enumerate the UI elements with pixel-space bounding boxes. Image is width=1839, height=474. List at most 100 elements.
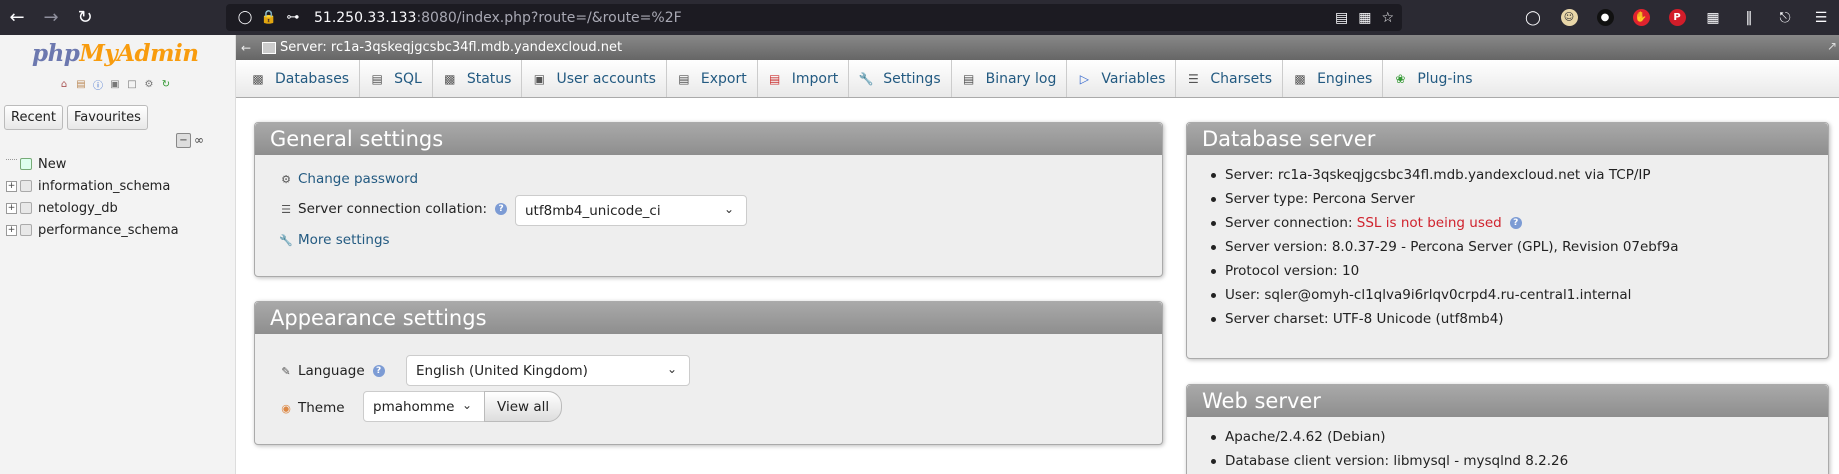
tab-export[interactable]: ▤ Export bbox=[667, 60, 758, 97]
ssl-status: SSL is not being used bbox=[1356, 215, 1502, 231]
client-version-item: Database client version: libmysql - mysq… bbox=[1203, 449, 1568, 473]
tab-plugins[interactable]: ❀ Plug-ins bbox=[1383, 60, 1482, 97]
pocket-icon[interactable]: ◯ bbox=[1515, 0, 1551, 35]
settings-gear-icon[interactable]: ⚙ bbox=[142, 77, 156, 91]
home-icon[interactable]: ⌂ bbox=[57, 77, 71, 91]
copy-icon[interactable]: □ bbox=[125, 77, 139, 91]
reload-icon[interactable]: ↻ bbox=[68, 0, 102, 35]
resize-icon[interactable]: ↗ bbox=[1827, 39, 1837, 53]
tab-charsets[interactable]: ☰ Charsets bbox=[1176, 60, 1284, 97]
tab-variables[interactable]: ▷ Variables bbox=[1067, 60, 1177, 97]
users-icon: ▣ bbox=[533, 71, 546, 86]
general-settings-panel: General settings ⚙ Change password ☰ Ser… bbox=[254, 122, 1163, 277]
user-item: User: sqler@omyh-cl1qlva9i6rlqv0crpd4.ru… bbox=[1203, 283, 1679, 307]
collation-icon: ☰ bbox=[281, 202, 291, 216]
collapse-all-icon[interactable]: − bbox=[176, 133, 191, 148]
theme-label: Theme bbox=[298, 400, 345, 416]
server-connection-item: Server connection: SSL is not being used… bbox=[1203, 211, 1679, 235]
collapse-panel-icon[interactable]: ← bbox=[236, 41, 256, 55]
back-icon[interactable]: ← bbox=[0, 0, 34, 35]
tree-item-new[interactable]: New bbox=[6, 153, 179, 175]
protocol-version-item: Protocol version: 10 bbox=[1203, 259, 1679, 283]
tree-item-label[interactable]: New bbox=[38, 157, 66, 172]
key-icon[interactable]: ⊶ bbox=[282, 9, 304, 27]
plugin-icon: ❀ bbox=[1395, 71, 1406, 86]
collation-select[interactable]: utf8mb4_unicode_ci ⌄ bbox=[515, 195, 747, 226]
help-icon[interactable]: ? bbox=[372, 365, 385, 377]
docs-icon[interactable]: ▣ bbox=[108, 77, 122, 91]
database-server-info: Server: rc1a-3qskeqjgcsbc34fl.mdb.yandex… bbox=[1203, 163, 1679, 331]
pinterest-icon[interactable]: P bbox=[1659, 0, 1695, 35]
reader-view-icon[interactable]: ▤ bbox=[1335, 10, 1348, 26]
more-settings-link[interactable]: More settings bbox=[298, 232, 390, 248]
extension-dark-icon[interactable]: ● bbox=[1587, 0, 1623, 35]
database-icon bbox=[20, 202, 32, 214]
breadcrumb: ← Server: rc1a-3qskeqjgcsbc34fl.mdb.yand… bbox=[236, 35, 1839, 60]
tab-import[interactable]: ▤ Import bbox=[758, 60, 850, 97]
status-icon: ▩ bbox=[444, 71, 456, 86]
tab-status[interactable]: ▩ Status bbox=[433, 60, 523, 97]
change-password-row: ⚙ Change password bbox=[279, 171, 418, 187]
web-server-info: Apache/2.4.62 (Debian) Database client v… bbox=[1203, 425, 1568, 473]
binary-log-icon: ▤ bbox=[962, 71, 975, 86]
wrench-icon: 🔧 bbox=[858, 71, 874, 86]
extension-red-icon[interactable]: ✋ bbox=[1623, 0, 1659, 35]
variables-icon: ▷ bbox=[1079, 71, 1089, 86]
url-path: :8080/index.php?route=/&route=%2F bbox=[416, 9, 682, 26]
forward-icon[interactable]: → bbox=[34, 0, 68, 35]
wrench-icon: 🔧 bbox=[279, 233, 293, 247]
help-icon[interactable]: ⓘ bbox=[91, 77, 105, 92]
menu-icon[interactable]: ☰ bbox=[1803, 0, 1839, 35]
server-version-item: Server version: 8.0.37-29 - Percona Serv… bbox=[1203, 235, 1679, 259]
lock-icon[interactable]: 🔒 bbox=[258, 9, 280, 27]
change-password-link[interactable]: Change password bbox=[298, 171, 418, 187]
link-icon[interactable]: ∞ bbox=[194, 133, 204, 148]
main-menu: ▩ Databases ▤ SQL ▩ Status ▣ User accounts ▤… bbox=[236, 60, 1839, 98]
tree-item-label[interactable]: performance_schema bbox=[38, 223, 179, 238]
favourites-tab[interactable]: Favourites bbox=[66, 105, 148, 130]
apps-icon[interactable]: ▦ bbox=[1695, 0, 1731, 35]
logout-icon[interactable]: ▤ bbox=[74, 77, 88, 91]
tree-item-label[interactable]: information_schema bbox=[38, 179, 170, 194]
expand-icon[interactable]: + bbox=[6, 202, 17, 214]
collation-label: Server connection collation: bbox=[298, 201, 488, 217]
tab-user-accounts[interactable]: ▣ User accounts bbox=[522, 60, 667, 97]
chevron-down-icon: ⌄ bbox=[666, 362, 677, 376]
shield-icon[interactable]: ◯ bbox=[234, 9, 256, 27]
refresh-icon[interactable]: ↻ bbox=[159, 77, 173, 91]
expand-icon[interactable]: + bbox=[6, 180, 17, 192]
phpmyadmin-logo[interactable]: phpMyAdmin bbox=[32, 40, 199, 67]
language-icon: ✎ bbox=[281, 364, 291, 378]
server-label[interactable]: Server: rc1a-3qskeqjgcsbc34fl.mdb.yandex… bbox=[280, 40, 622, 55]
view-all-themes-button[interactable]: View all bbox=[484, 391, 563, 422]
help-icon[interactable]: ? bbox=[495, 203, 508, 215]
server-type-item: Server type: Percona Server bbox=[1203, 187, 1679, 211]
recent-tab[interactable]: Recent bbox=[4, 105, 63, 130]
key-icon: ⚙ bbox=[281, 172, 291, 186]
library-icon[interactable]: ‖ bbox=[1731, 0, 1767, 35]
grid-icon[interactable]: ▦ bbox=[1358, 10, 1371, 26]
expand-icon[interactable]: + bbox=[6, 224, 17, 236]
tab-engines[interactable]: ▩ Engines bbox=[1283, 60, 1384, 97]
export-icon: ▤ bbox=[678, 71, 690, 86]
tree-item-information-schema[interactable]: + information_schema bbox=[6, 175, 179, 197]
tree-item-performance-schema[interactable]: + performance_schema bbox=[6, 219, 179, 241]
bookmark-star-icon[interactable]: ☆ bbox=[1381, 10, 1394, 26]
tab-databases[interactable]: ▩ Databases bbox=[241, 60, 361, 97]
browser-toolbar: ← → ↻ ◯ 🔒 ⊶ 51.250.33.133:8080/index.php… bbox=[0, 0, 1839, 35]
url-host: 51.250.33.133 bbox=[314, 9, 417, 26]
server-charset-item: Server charset: UTF-8 Unicode (utf8mb4) bbox=[1203, 307, 1679, 331]
server-host-item: Server: rc1a-3qskeqjgcsbc34fl.mdb.yandex… bbox=[1203, 163, 1679, 187]
tab-settings[interactable]: 🔧 Settings bbox=[849, 60, 952, 97]
tab-binary-log[interactable]: ▤ Binary log bbox=[952, 60, 1068, 97]
language-select[interactable]: English (United Kingdom) ⌄ bbox=[406, 355, 690, 386]
tree-item-netology-db[interactable]: + netology_db bbox=[6, 197, 179, 219]
tree-item-label[interactable]: netology_db bbox=[38, 201, 118, 216]
help-icon[interactable]: ? bbox=[1509, 217, 1522, 229]
address-bar[interactable]: ◯ 🔒 ⊶ 51.250.33.133:8080/index.php?route… bbox=[226, 4, 1402, 31]
theme-select[interactable]: pmahomme ⌄ bbox=[363, 391, 485, 422]
extensions-puzzle-icon[interactable]: ⎋ bbox=[1767, 0, 1803, 35]
tab-sql[interactable]: ▤ SQL bbox=[360, 60, 433, 97]
import-icon: ▤ bbox=[769, 71, 781, 86]
account-avatar-icon[interactable]: ☺ bbox=[1551, 0, 1587, 35]
